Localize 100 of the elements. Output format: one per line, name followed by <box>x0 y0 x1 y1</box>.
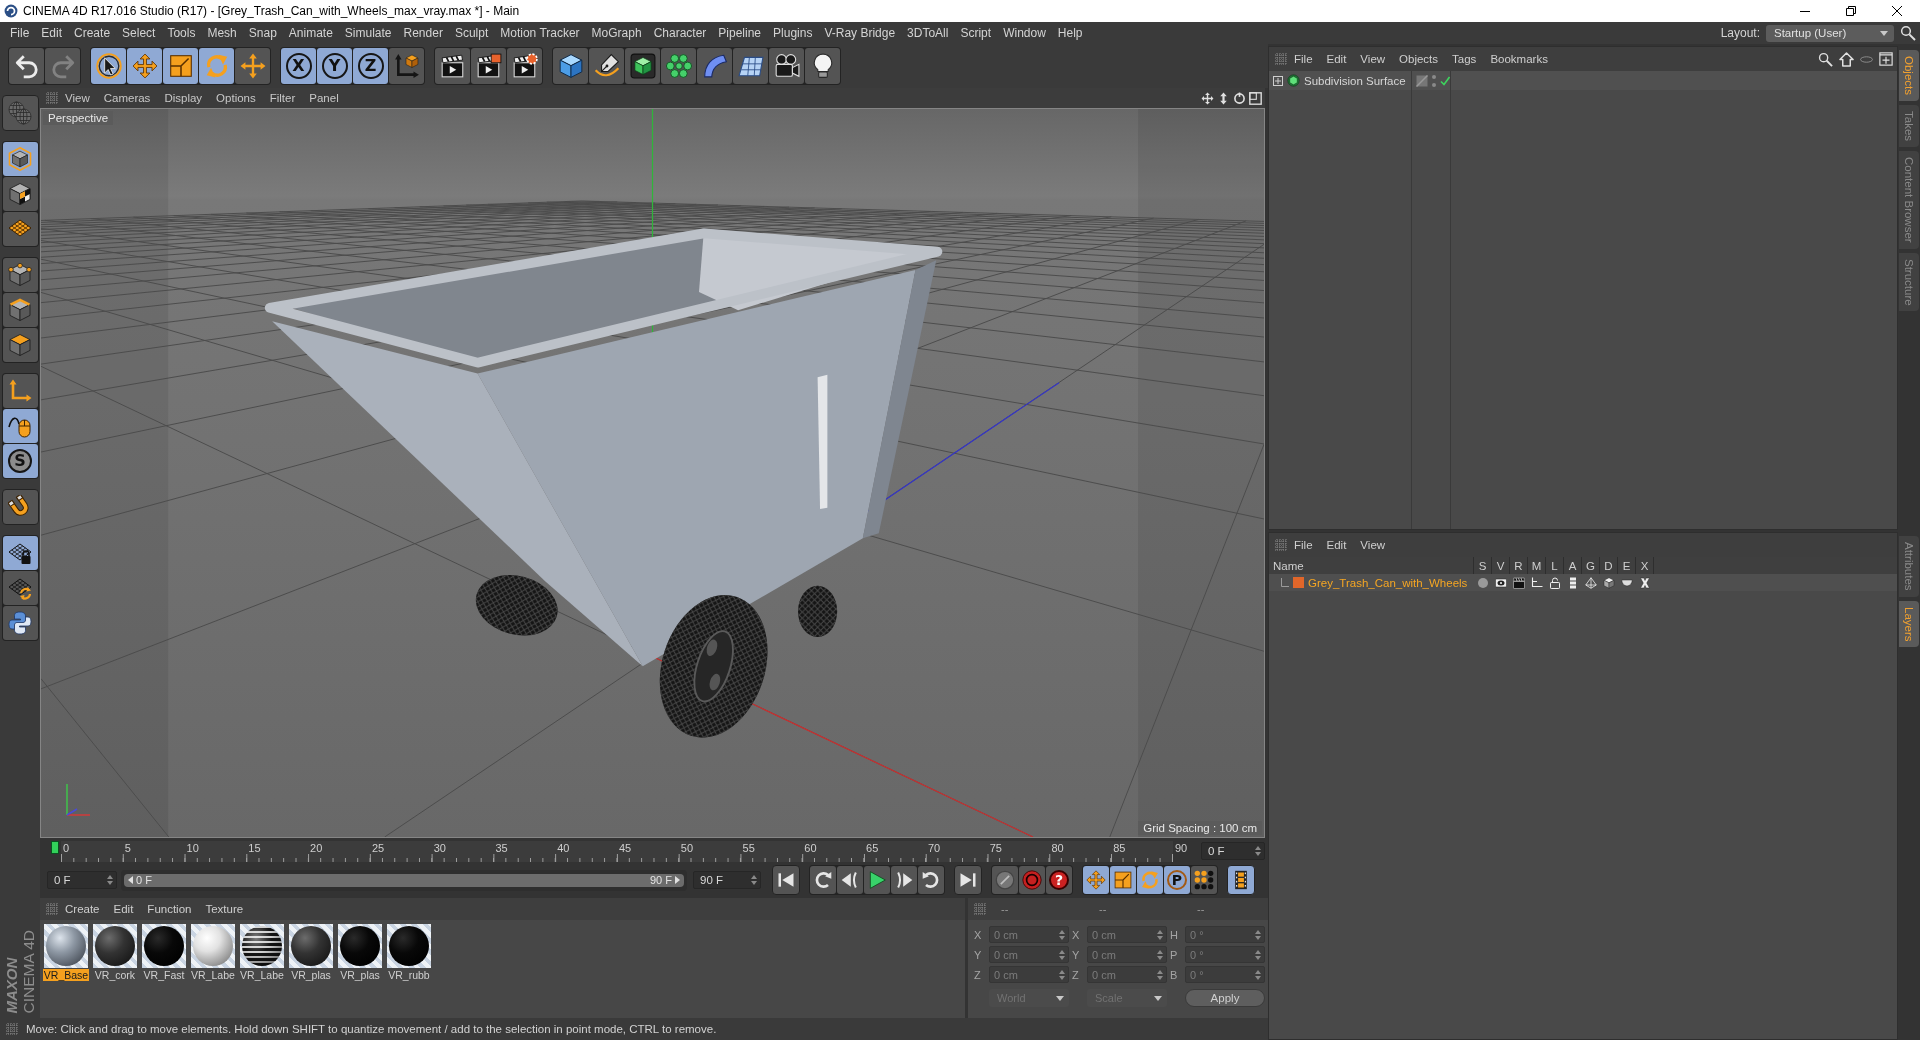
current-frame-field[interactable]: 0 F <box>1201 842 1265 860</box>
material-swatch-icon[interactable] <box>240 924 284 968</box>
render-settings-button[interactable] <box>507 48 542 84</box>
menu-item[interactable]: File <box>4 26 36 40</box>
python-button[interactable] <box>2 606 38 640</box>
next-frame-button[interactable] <box>891 866 917 894</box>
make-editable-button[interactable] <box>1 95 39 131</box>
playhead-marker[interactable] <box>51 840 59 854</box>
material-swatch-icon[interactable] <box>387 924 431 968</box>
go-to-end-button[interactable] <box>954 865 982 895</box>
rotate-view-icon[interactable] <box>1233 91 1246 105</box>
edges-mode-button[interactable] <box>2 293 38 327</box>
menu-item[interactable]: Edit <box>35 26 69 40</box>
menu-item[interactable]: Edit <box>106 903 141 915</box>
material-name[interactable]: VR_Labe <box>239 969 285 981</box>
layout-dropdown[interactable]: Startup (User) <box>1766 24 1894 42</box>
pyramid-icon[interactable] <box>1585 576 1597 589</box>
search-icon[interactable] <box>1818 51 1833 67</box>
menu-item[interactable]: Tags <box>1445 53 1484 65</box>
ellipse-icon[interactable] <box>1860 55 1873 63</box>
menu-item[interactable]: Select <box>116 26 162 40</box>
menu-item[interactable]: Mesh <box>201 26 243 40</box>
material-swatch-icon[interactable] <box>93 924 137 968</box>
move-view-icon[interactable] <box>1201 91 1214 105</box>
pen-button[interactable] <box>589 48 624 84</box>
material-name[interactable]: VR_plas <box>339 969 381 981</box>
undo-button[interactable] <box>9 48 44 84</box>
eye-icon[interactable] <box>1495 576 1507 589</box>
menu-item[interactable]: Window <box>997 26 1052 40</box>
menu-item[interactable]: Script <box>954 26 998 40</box>
layer-name[interactable]: Grey_Trash_Can_with_Wheels <box>1308 576 1468 589</box>
start-frame-field[interactable]: 0 F <box>47 871 117 889</box>
lock-workplane-button[interactable] <box>2 536 38 570</box>
menu-item[interactable]: Simulate <box>338 26 398 40</box>
menu-item[interactable]: View <box>1353 53 1393 65</box>
end-frame-field[interactable]: 90 F <box>693 871 761 889</box>
polygons-mode-button[interactable] <box>2 328 38 362</box>
menu-item[interactable]: 3DToAll <box>901 26 955 40</box>
material-name[interactable]: VR_rubb <box>387 969 431 981</box>
render-button[interactable] <box>471 48 506 84</box>
menu-item[interactable]: Create <box>68 26 117 40</box>
menu-item[interactable]: Cameras <box>96 92 158 104</box>
menu-item[interactable]: Edit <box>1319 53 1354 65</box>
material-swatch-icon[interactable] <box>191 924 235 968</box>
material-name[interactable]: VR_plas <box>290 969 332 981</box>
axis-lock-button[interactable]: X <box>281 48 316 84</box>
material-name[interactable]: VR_Fast <box>142 969 186 981</box>
recent-tool-button[interactable] <box>235 48 270 84</box>
material-swatch-icon[interactable] <box>142 924 186 968</box>
axis-lock-button[interactable]: Y <box>317 48 352 84</box>
home-icon[interactable] <box>1839 51 1854 67</box>
axis-lock-button[interactable]: Z <box>353 48 388 84</box>
menu-item[interactable]: Edit <box>1319 539 1354 551</box>
cube-icon[interactable] <box>1603 576 1615 589</box>
expand-icon[interactable] <box>1273 75 1283 86</box>
menu-item[interactable]: Render <box>397 26 449 40</box>
subdivision-surface-button[interactable] <box>625 48 660 84</box>
menu-item[interactable]: Character <box>647 26 713 40</box>
maximize-view-icon[interactable] <box>1249 91 1262 105</box>
model-mode-button[interactable] <box>2 142 38 176</box>
material-name[interactable]: VR_Labe <box>190 969 236 981</box>
menu-item[interactable]: Pipeline <box>712 26 768 40</box>
render-view-button[interactable] <box>435 48 470 84</box>
menu-item[interactable]: File <box>1287 53 1320 65</box>
previous-frame-button[interactable] <box>837 866 863 894</box>
key-selection-button[interactable]: ? <box>1046 866 1072 894</box>
new-panel-icon[interactable] <box>1879 52 1893 66</box>
menu-item[interactable]: Texture <box>198 903 251 915</box>
check-icon[interactable] <box>1440 75 1450 86</box>
menu-item[interactable]: Plugins <box>767 26 819 40</box>
light-button[interactable] <box>805 48 840 84</box>
solo-button[interactable]: S <box>2 444 38 478</box>
menu-item[interactable]: Sculpt <box>448 26 495 40</box>
cube-button[interactable] <box>553 48 588 84</box>
axis-mode-button[interactable] <box>2 374 38 408</box>
cloner-button[interactable] <box>661 48 696 84</box>
menu-item[interactable]: Help <box>1051 26 1089 40</box>
menu-item[interactable]: View <box>58 92 97 104</box>
material-name[interactable]: VR_Base <box>42 969 90 981</box>
points-mode-button[interactable] <box>2 258 38 292</box>
hierarchy-icon[interactable] <box>1531 576 1543 589</box>
move-button[interactable] <box>127 48 162 84</box>
autokey-button[interactable] <box>992 866 1018 894</box>
material-name[interactable]: VR_cork <box>93 969 137 981</box>
apply-button[interactable]: Apply <box>1185 989 1265 1007</box>
coordinate-system-button[interactable] <box>389 48 424 84</box>
deformer-button[interactable] <box>697 48 732 84</box>
clapperboard-icon[interactable] <box>1513 576 1525 589</box>
menu-item[interactable]: Objects <box>1392 53 1446 65</box>
menu-item[interactable]: Motion Tracker <box>494 26 586 40</box>
timeline-button[interactable] <box>1227 865 1255 895</box>
menu-item[interactable]: File <box>1287 539 1320 551</box>
object-name[interactable]: Subdivision Surface <box>1304 74 1406 87</box>
bowl-icon[interactable] <box>1621 576 1633 589</box>
bars-icon[interactable] <box>1567 576 1579 589</box>
menu-item[interactable]: Filter <box>262 92 303 104</box>
play-button[interactable] <box>864 866 890 894</box>
workplane-mode-button[interactable] <box>2 212 38 246</box>
menu-item[interactable]: Bookmarks <box>1483 53 1555 65</box>
dot-icon[interactable] <box>1477 576 1489 589</box>
